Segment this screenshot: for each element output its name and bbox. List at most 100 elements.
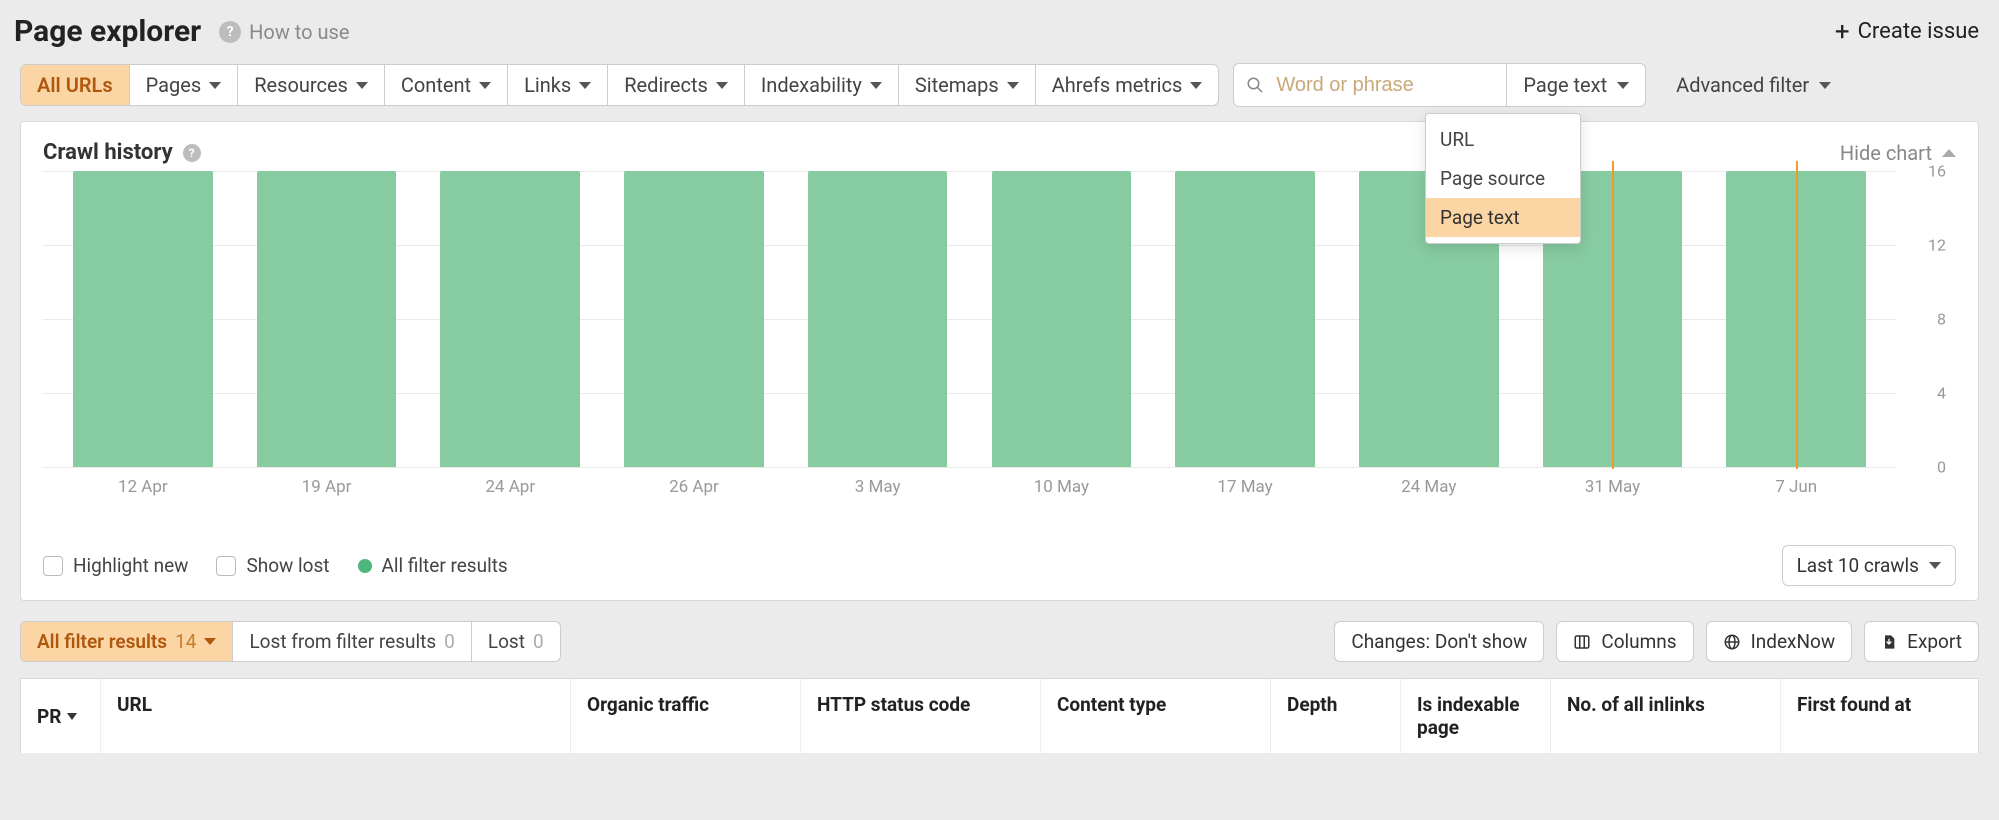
results-bar: All filter results 14 Lost from filter r… bbox=[20, 621, 1979, 662]
scope-option-page-source[interactable]: Page source bbox=[1426, 159, 1580, 198]
search-scope-button[interactable]: Page text bbox=[1507, 63, 1646, 107]
y-tick: 8 bbox=[1937, 310, 1946, 329]
search-icon bbox=[1246, 76, 1264, 94]
changes-button[interactable]: Changes: Don't show bbox=[1334, 621, 1544, 662]
legend-all-filter-results: All filter results bbox=[358, 554, 508, 577]
crawl-history-title: Crawl history ? bbox=[43, 140, 201, 165]
column-header-inlinks[interactable]: No. of all inlinks bbox=[1551, 679, 1781, 753]
show-lost-checkbox[interactable]: Show lost bbox=[216, 554, 329, 577]
y-tick: 12 bbox=[1928, 236, 1946, 255]
search-box[interactable] bbox=[1233, 63, 1507, 107]
filter-links[interactable]: Links bbox=[508, 65, 608, 105]
column-header-first-found[interactable]: First found at bbox=[1781, 679, 1978, 753]
sort-desc-icon bbox=[67, 713, 77, 720]
caret-down-icon bbox=[209, 82, 221, 89]
crawls-range-select[interactable]: Last 10 crawls bbox=[1782, 545, 1956, 586]
bar-column[interactable]: 10 May bbox=[970, 171, 1154, 467]
bar-column[interactable]: 7 Jun bbox=[1704, 171, 1888, 467]
filter-pages[interactable]: Pages bbox=[130, 65, 239, 105]
caret-down-icon bbox=[1007, 82, 1019, 89]
x-tick: 7 Jun bbox=[1775, 477, 1817, 497]
caret-down-icon bbox=[1617, 82, 1629, 89]
how-to-use-label: How to use bbox=[249, 20, 349, 44]
column-header-url[interactable]: URL bbox=[101, 679, 571, 753]
caret-down-icon bbox=[204, 638, 216, 645]
table-header: PR URL Organic traffic HTTP status code … bbox=[20, 678, 1979, 753]
indexnow-button[interactable]: IndexNow bbox=[1706, 621, 1853, 662]
bar-column[interactable]: 12 Apr bbox=[51, 171, 235, 467]
bar bbox=[1726, 171, 1866, 467]
filter-bar: All URLs Pages Resources Content Links R… bbox=[0, 63, 1999, 121]
page-header: Page explorer ? How to use + Create issu… bbox=[0, 0, 1999, 63]
tab-lost[interactable]: Lost 0 bbox=[472, 621, 561, 662]
bar-column[interactable]: 26 Apr bbox=[602, 171, 786, 467]
highlight-new-checkbox[interactable]: Highlight new bbox=[43, 554, 188, 577]
x-tick: 10 May bbox=[1034, 477, 1089, 497]
x-tick: 12 Apr bbox=[118, 477, 168, 497]
caret-down-icon bbox=[479, 82, 491, 89]
tab-all-filter-results[interactable]: All filter results 14 bbox=[20, 621, 233, 662]
highlight-new-label: Highlight new bbox=[73, 554, 188, 577]
page-title: Page explorer bbox=[14, 14, 201, 49]
plus-icon: + bbox=[1835, 19, 1850, 45]
bar bbox=[440, 171, 580, 467]
caret-down-icon bbox=[579, 82, 591, 89]
filter-indexability[interactable]: Indexability bbox=[745, 65, 899, 105]
caret-down-icon bbox=[1929, 562, 1941, 569]
help-icon[interactable]: ? bbox=[183, 144, 201, 162]
scope-option-page-text[interactable]: Page text bbox=[1426, 198, 1580, 237]
column-header-organic-traffic[interactable]: Organic traffic bbox=[571, 679, 801, 753]
show-lost-label: Show lost bbox=[246, 554, 329, 577]
scope-option-url[interactable]: URL bbox=[1426, 120, 1580, 159]
advanced-filter-label: Advanced filter bbox=[1676, 73, 1809, 97]
search-wrap: Page text bbox=[1233, 63, 1646, 107]
x-tick: 24 May bbox=[1401, 477, 1456, 497]
chevron-up-icon bbox=[1942, 149, 1956, 157]
bar bbox=[1175, 171, 1315, 467]
create-issue-button[interactable]: + Create issue bbox=[1835, 19, 1979, 45]
x-tick: 24 Apr bbox=[485, 477, 535, 497]
bar bbox=[992, 171, 1132, 467]
help-icon: ? bbox=[219, 21, 241, 43]
caret-down-icon bbox=[870, 82, 882, 89]
bar-column[interactable]: 17 May bbox=[1153, 171, 1337, 467]
filter-content[interactable]: Content bbox=[385, 65, 508, 105]
filter-resources[interactable]: Resources bbox=[238, 65, 385, 105]
marker-line bbox=[1796, 161, 1798, 469]
legend-dot-icon bbox=[358, 559, 372, 573]
checkbox-icon bbox=[216, 556, 236, 576]
tab-lost-from-filter[interactable]: Lost from filter results 0 bbox=[233, 621, 471, 662]
download-icon bbox=[1881, 633, 1897, 651]
crawls-range-label: Last 10 crawls bbox=[1797, 554, 1919, 577]
columns-button[interactable]: Columns bbox=[1556, 621, 1693, 662]
how-to-use-link[interactable]: ? How to use bbox=[219, 20, 349, 44]
filter-ahrefs-metrics[interactable]: Ahrefs metrics bbox=[1036, 65, 1219, 105]
bar-column[interactable]: 19 Apr bbox=[235, 171, 419, 467]
y-tick: 4 bbox=[1937, 384, 1946, 403]
bar bbox=[624, 171, 764, 467]
bar-column[interactable]: 3 May bbox=[786, 171, 970, 467]
filter-all-urls-label: All URLs bbox=[37, 73, 113, 97]
columns-icon bbox=[1573, 633, 1591, 651]
column-header-content-type[interactable]: Content type bbox=[1041, 679, 1271, 753]
export-button[interactable]: Export bbox=[1864, 621, 1979, 662]
crawl-history-panel: Crawl history ? Hide chart 048121612 Apr… bbox=[20, 121, 1979, 601]
caret-down-icon bbox=[356, 82, 368, 89]
column-header-is-indexable[interactable]: Is indexable page bbox=[1401, 679, 1551, 753]
bar-column[interactable]: 24 Apr bbox=[418, 171, 602, 467]
column-header-http-status[interactable]: HTTP status code bbox=[801, 679, 1041, 753]
filter-redirects[interactable]: Redirects bbox=[608, 65, 745, 105]
lost-from-filter-count: 0 bbox=[444, 630, 455, 653]
column-header-pr[interactable]: PR bbox=[21, 679, 101, 753]
advanced-filter-button[interactable]: Advanced filter bbox=[1676, 73, 1831, 97]
x-tick: 3 May bbox=[855, 477, 901, 497]
filter-all-urls[interactable]: All URLs bbox=[21, 65, 130, 105]
lost-count: 0 bbox=[533, 630, 544, 653]
bar bbox=[73, 171, 213, 467]
create-issue-label: Create issue bbox=[1858, 19, 1979, 44]
column-header-depth[interactable]: Depth bbox=[1271, 679, 1401, 753]
crawl-history-chart: 048121612 Apr19 Apr24 Apr26 Apr3 May10 M… bbox=[43, 171, 1956, 501]
filter-sitemaps[interactable]: Sitemaps bbox=[899, 65, 1036, 105]
hide-chart-label: Hide chart bbox=[1840, 141, 1932, 165]
search-input[interactable] bbox=[1274, 73, 1494, 98]
